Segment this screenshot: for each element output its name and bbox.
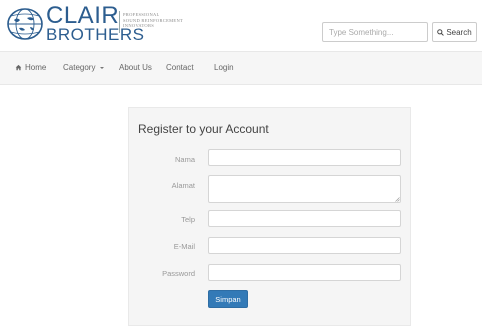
nav-item-category[interactable]: Category <box>63 63 105 72</box>
nav-item-label: Login <box>214 63 234 72</box>
nav-item-home[interactable]: Home <box>15 63 46 72</box>
email-field[interactable] <box>208 237 401 254</box>
telp-field[interactable] <box>208 210 401 227</box>
chevron-down-icon <box>100 66 105 69</box>
nav-item-contact[interactable]: Contact <box>166 63 194 72</box>
brand-name-bottom[interactable]: BROTHERS <box>46 26 144 43</box>
site-header: CLAIR BROTHERS PROFESSIONAL SOUND REINFO… <box>0 0 482 48</box>
nav-item-about-us[interactable]: About Us <box>119 63 152 72</box>
nav-item-label: Category <box>63 63 96 72</box>
home-icon <box>15 64 22 71</box>
brand-divider <box>119 11 120 33</box>
nav-item-label: Home <box>25 63 47 72</box>
tagline-line: INNOVATORS <box>123 23 155 28</box>
search-button[interactable]: Search <box>432 22 477 42</box>
simpan-button[interactable]: Simpan <box>208 290 248 308</box>
nav-item-label: Contact <box>166 63 194 72</box>
search-button-label: Search <box>446 27 472 37</box>
email-label: E-Mail <box>173 242 195 251</box>
search-icon <box>437 28 445 36</box>
search-input[interactable] <box>322 22 428 42</box>
nav-item-login[interactable]: Login <box>214 63 234 72</box>
password-field[interactable] <box>208 264 401 281</box>
register-form-panel: Register to your Account Nama Alamat Tel… <box>128 107 411 326</box>
alamat-field[interactable] <box>208 175 401 203</box>
nama-field[interactable] <box>208 149 401 166</box>
telp-label: Telp <box>181 215 195 224</box>
password-label: Password <box>162 269 195 278</box>
nama-label: Nama <box>174 155 195 164</box>
form-title: Register to your Account <box>138 122 269 136</box>
resize-grip-icon[interactable] <box>395 197 400 202</box>
clair-globe-logo[interactable] <box>5 6 45 42</box>
alamat-label: Alamat <box>171 181 195 190</box>
main-navbar: Home Category About Us Contact Login <box>0 51 482 85</box>
brand-tagline: PROFESSIONAL SOUND REINFORCEMENT INNOVAT… <box>123 12 183 29</box>
nav-item-label: About Us <box>119 63 152 72</box>
